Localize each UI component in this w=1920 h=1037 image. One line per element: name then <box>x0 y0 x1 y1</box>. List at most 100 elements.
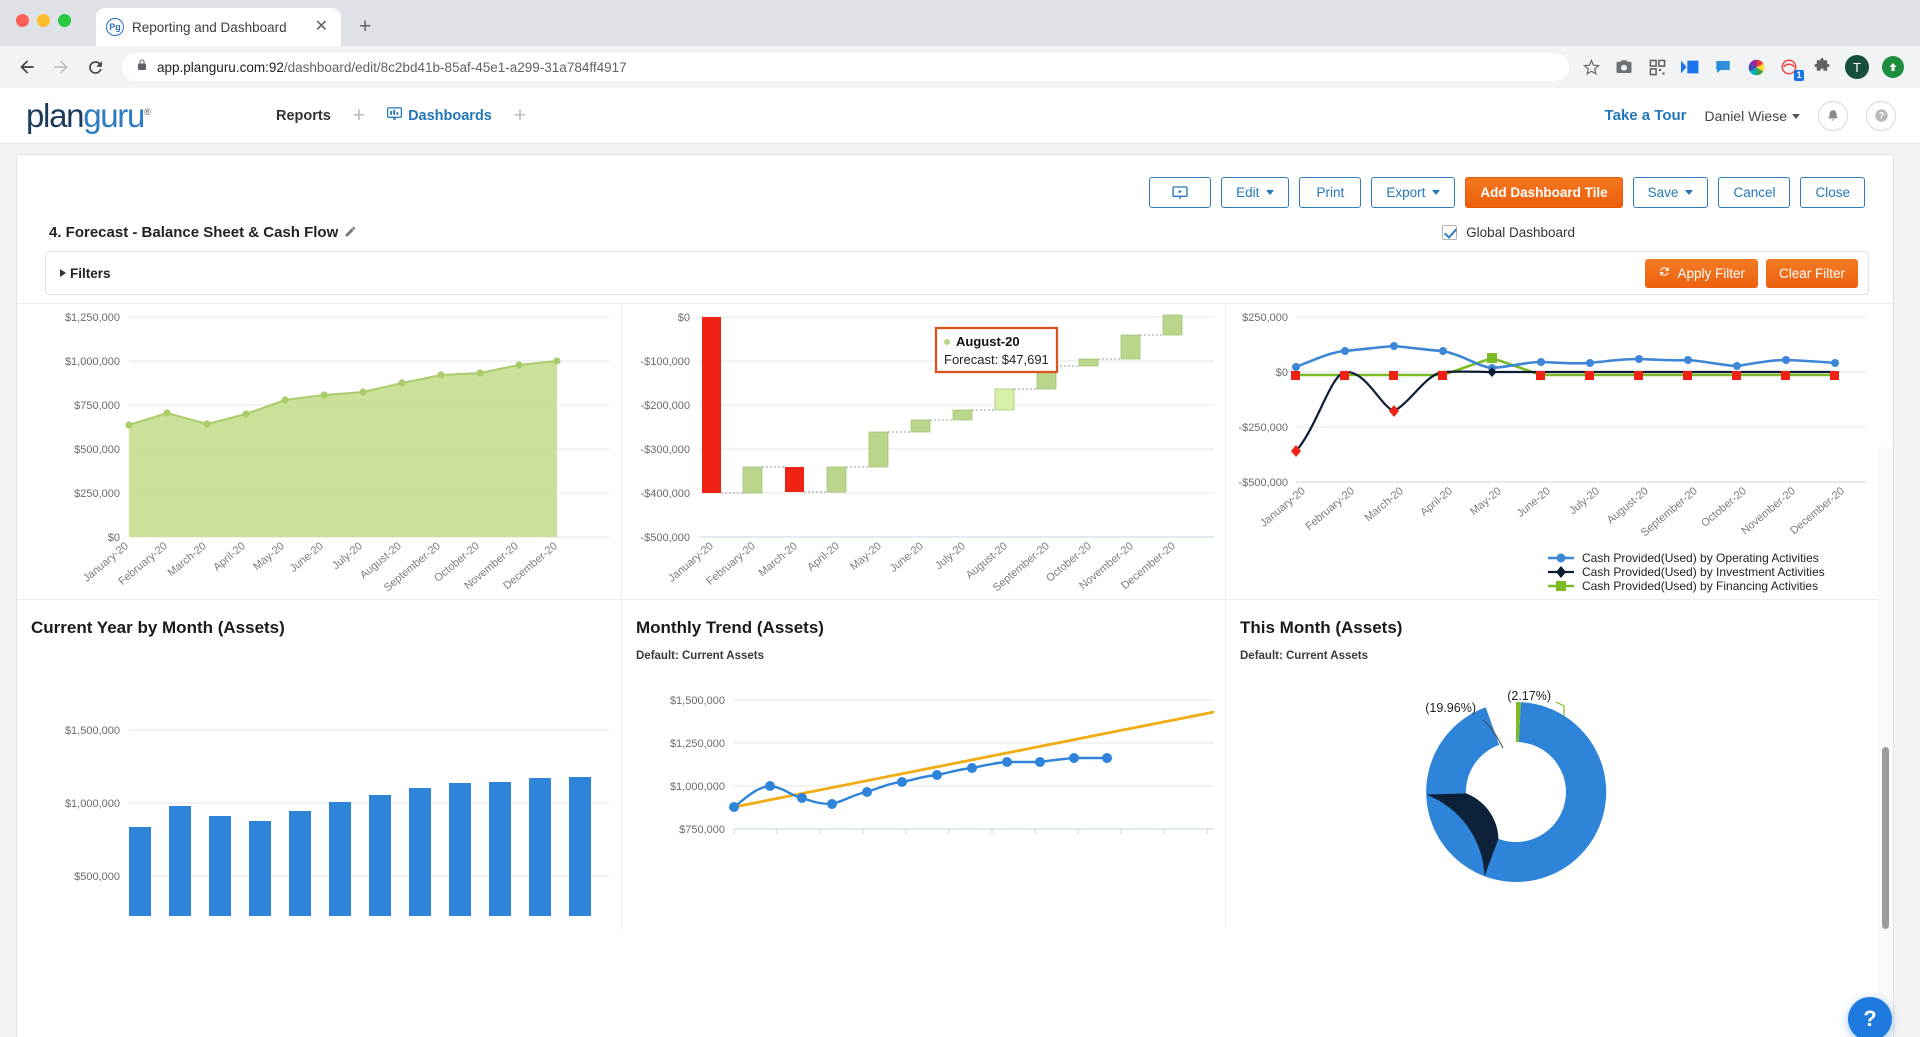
color-wheel-icon[interactable] <box>1746 57 1766 77</box>
svg-text:June-20: June-20 <box>288 540 326 575</box>
logo-text-guru: guru <box>83 97 145 134</box>
svg-text:March-20: March-20 <box>757 540 800 579</box>
forward-icon[interactable] <box>46 52 76 82</box>
tile-total-assets-area[interactable]: $1,250,000 $1,000,000 $750,000 $500,000 … <box>17 304 621 599</box>
global-dashboard-toggle[interactable]: Global Dashboard <box>1442 225 1865 240</box>
legend-item-operating: Cash Provided(Used) by Operating Activit… <box>1582 551 1819 565</box>
svg-text:$1,500,000: $1,500,000 <box>65 725 120 737</box>
svg-text:April-20: April-20 <box>1418 485 1455 519</box>
url-host: app.planguru.com:92 <box>157 59 284 75</box>
qr-code-icon[interactable] <box>1647 57 1667 77</box>
close-window-button[interactable] <box>16 14 29 27</box>
area-series <box>125 357 561 537</box>
tile-cash-flow-waterfall[interactable]: $0 -$100,000 -$200,000 -$300,000 -$400,0… <box>621 304 1225 599</box>
chevron-down-icon <box>1685 190 1694 195</box>
edit-button-label: Edit <box>1236 185 1260 200</box>
svg-text:May-20: May-20 <box>1468 485 1504 518</box>
svg-text:$0: $0 <box>678 312 690 324</box>
svg-text:July-20: July-20 <box>933 540 968 572</box>
star-icon[interactable] <box>1581 57 1601 77</box>
print-button[interactable]: Print <box>1299 177 1362 208</box>
red-markers <box>1291 371 1839 457</box>
page-body: Edit Print Export Add Dashboard Tile Sav… <box>0 144 1920 1037</box>
chevron-down-icon <box>1792 114 1800 120</box>
camera-icon[interactable] <box>1614 57 1634 77</box>
y-axis-labels: $1,250,000 $1,000,000 $750,000 $500,000 … <box>65 312 120 544</box>
dashboard-panel: Edit Print Export Add Dashboard Tile Sav… <box>16 154 1894 1037</box>
tooltip-category: August-20 <box>956 334 1020 349</box>
svg-text:July-20: July-20 <box>330 540 365 572</box>
address-bar[interactable]: app.planguru.com:92/dashboard/edit/8c2bd… <box>122 53 1569 81</box>
svg-text:$1,250,000: $1,250,000 <box>65 312 120 324</box>
main-navigation: Reports + Dashboards + <box>260 104 532 128</box>
edit-button[interactable]: Edit <box>1221 177 1290 208</box>
donut-label-green: (2.17%) <box>1507 689 1551 703</box>
save-button-label: Save <box>1647 185 1679 200</box>
user-menu[interactable]: Daniel Wiese <box>1705 108 1800 124</box>
svg-text:$250,000: $250,000 <box>1242 312 1288 324</box>
reload-icon[interactable] <box>80 52 110 82</box>
logo-text-plan: plan <box>26 97 85 134</box>
cancel-button[interactable]: Cancel <box>1718 177 1791 208</box>
close-button[interactable]: Close <box>1800 177 1865 208</box>
filters-bar: Filters Apply Filter Clear Filter <box>45 251 1869 295</box>
waterfall-tooltip: August-20 Forecast: $47,691 <box>934 326 1059 374</box>
tile-subtitle: Default: Current Assets <box>1240 650 1369 662</box>
panel-scroll-track[interactable] <box>1878 447 1893 1037</box>
global-dashboard-checkbox[interactable] <box>1442 225 1458 240</box>
nav-item-dashboards[interactable]: Dashboards <box>371 106 508 125</box>
new-tab-button[interactable]: + <box>359 15 371 39</box>
nav-item-reports[interactable]: Reports <box>260 108 347 124</box>
data-points <box>729 753 1112 812</box>
planguru-logo[interactable]: planguru® <box>0 99 210 132</box>
page-title: 4. Forecast - Balance Sheet & Cash Flow <box>49 224 339 241</box>
tile-this-month-assets[interactable]: This Month (Assets) Default: Current Ass… <box>1225 600 1893 929</box>
export-button[interactable]: Export <box>1371 177 1456 208</box>
svg-text:June-20: June-20 <box>1515 485 1553 520</box>
tile-monthly-trend-assets[interactable]: Monthly Trend (Assets) Default: Current … <box>621 600 1225 929</box>
video-capture-icon[interactable] <box>1680 57 1700 77</box>
tile-current-year-by-month-assets[interactable]: Current Year by Month (Assets) $1,500,00… <box>17 600 621 929</box>
apply-filter-button[interactable]: Apply Filter <box>1645 258 1758 288</box>
svg-text:$500,000: $500,000 <box>74 444 120 456</box>
take-a-tour-link[interactable]: Take a Tour <box>1605 107 1687 124</box>
financing-marker-may <box>1487 353 1497 363</box>
add-report-button[interactable]: + <box>347 104 371 128</box>
filters-label: Filters <box>70 265 111 281</box>
help-fab-button[interactable]: ? <box>1848 997 1892 1037</box>
chevron-down-icon <box>1432 190 1441 195</box>
chevron-right-icon <box>60 269 66 277</box>
filters-toggle[interactable]: Filters <box>60 266 111 281</box>
chat-bubble-icon[interactable] <box>1713 57 1733 77</box>
save-button[interactable]: Save <box>1632 177 1709 208</box>
presentation-mode-button[interactable] <box>1149 177 1212 208</box>
add-dashboard-button[interactable]: + <box>508 104 532 128</box>
svg-text:March-20: March-20 <box>1363 485 1406 524</box>
browser-tab[interactable]: Pg Reporting and Dashboard ✕ <box>96 8 341 46</box>
browser-action-icons: 1 T <box>1581 55 1908 81</box>
pencil-icon[interactable] <box>344 225 357 241</box>
maximize-window-button[interactable] <box>58 14 71 27</box>
extensions-puzzle-icon[interactable] <box>1812 57 1832 77</box>
svg-text:March-20: March-20 <box>166 540 209 579</box>
help-question-icon[interactable]: ? <box>1866 100 1896 131</box>
close-tab-icon[interactable]: ✕ <box>312 19 331 35</box>
tile-cash-flow-activities[interactable]: $250,000 $0 -$250,000 -$500,000 January-… <box>1225 304 1893 599</box>
dashboard-toolbar: Edit Print Export Add Dashboard Tile Sav… <box>17 155 1893 208</box>
x-axis-labels: January-20 February-20 March-20 April-20… <box>81 540 560 594</box>
profile-avatar-icon[interactable]: T <box>1845 55 1869 79</box>
clear-filter-button[interactable]: Clear Filter <box>1765 258 1858 288</box>
back-icon[interactable] <box>12 52 42 82</box>
notification-bell-icon[interactable] <box>1818 100 1848 131</box>
svg-text:-$200,000: -$200,000 <box>640 400 690 412</box>
logo-registered-mark: ® <box>144 107 151 117</box>
loom-icon[interactable]: 1 <box>1779 57 1804 81</box>
panel-scrollbar-thumb[interactable] <box>1882 747 1889 929</box>
dashboard-icon <box>387 106 403 125</box>
add-dashboard-tile-button[interactable]: Add Dashboard Tile <box>1465 177 1623 208</box>
svg-text:-$500,000: -$500,000 <box>640 532 690 544</box>
svg-text:May-20: May-20 <box>251 540 287 573</box>
minimize-window-button[interactable] <box>37 14 50 27</box>
svg-text:$0: $0 <box>108 532 120 544</box>
update-arrow-icon[interactable] <box>1882 56 1904 78</box>
